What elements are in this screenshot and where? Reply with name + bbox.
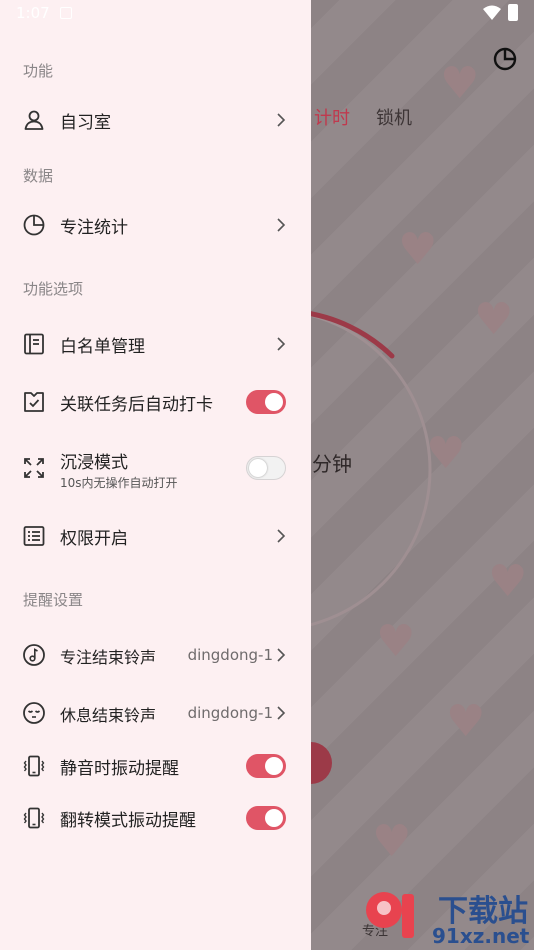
heart-decoration-icon: ♥ [398, 224, 438, 275]
calendar-check-icon [24, 392, 44, 412]
person-icon [24, 110, 44, 130]
chevron-right-icon [277, 529, 286, 543]
vibrate-icon [23, 755, 45, 777]
battery-icon [508, 4, 518, 21]
toggle-knob [249, 458, 267, 477]
menu-item-label: 权限开启 [60, 529, 128, 549]
setting-label: 静音时振动提醒 [60, 759, 179, 779]
pie-chart-icon [23, 214, 45, 236]
music-note-icon [23, 644, 45, 666]
menu-item-focus-stats[interactable]: 专注统计 [0, 199, 311, 251]
watermark-91-icon [366, 892, 414, 938]
section-header-data: 数据 [23, 167, 54, 185]
flip-vibrate-toggle[interactable] [246, 806, 286, 830]
ringtone-value: dingdong-1 [187, 704, 273, 722]
setting-sublabel: 10s内无操作自动打开 [60, 476, 178, 490]
menu-item-rest-end-sound[interactable]: 休息结束铃声 dingdong-1 [0, 687, 311, 739]
menu-item-permissions[interactable]: 权限开启 [0, 510, 311, 562]
setting-label: 沉浸模式 [60, 453, 128, 473]
menu-item-label: 自习室 [60, 113, 111, 133]
ringtone-value: dingdong-1 [187, 646, 273, 664]
setting-label: 关联任务后自动打卡 [60, 395, 213, 415]
toggle-knob [265, 393, 283, 411]
toggle-knob [265, 757, 283, 775]
watermark-url: 91xz.net [432, 924, 530, 948]
menu-item-label: 专注结束铃声 [60, 648, 157, 667]
stats-pie-icon[interactable] [492, 46, 518, 72]
chevron-right-icon [277, 648, 286, 662]
menu-item-label: 专注统计 [60, 218, 128, 238]
toggle-knob [265, 809, 283, 827]
minutes-label: 分钟 [312, 452, 352, 476]
silent-vibrate-toggle[interactable] [246, 754, 286, 778]
vibrate-icon [23, 807, 45, 829]
checklist-icon [23, 526, 45, 546]
wifi-icon [483, 5, 501, 20]
setting-silent-vibrate: 静音时振动提醒 [0, 740, 311, 792]
section-header-features: 功能 [23, 62, 54, 80]
heart-decoration-icon: ♥ [474, 294, 514, 345]
heart-decoration-icon: ♥ [488, 556, 528, 607]
setting-immersive-mode: 沉浸模式 10s内无操作自动打开 [0, 442, 311, 494]
heart-decoration-icon: ♥ [446, 696, 486, 747]
watermark-logo: 下载站 91xz.net [360, 880, 532, 948]
sleepy-face-icon [23, 702, 45, 724]
section-header-feature-options: 功能选项 [23, 280, 84, 298]
notebook-icon [24, 333, 44, 355]
auto-checkin-toggle[interactable] [246, 390, 286, 414]
heart-decoration-icon: ♥ [440, 58, 480, 109]
setting-flip-vibrate: 翻转模式振动提醒 [0, 792, 311, 844]
menu-item-label: 休息结束铃声 [60, 706, 157, 725]
navigation-drawer: 功能 自习室 数据 专注统计 功能选项 白名单管理 关联任务后自动打卡 沉浸模式… [0, 0, 311, 950]
setting-auto-checkin: 关联任务后自动打卡 [0, 376, 311, 428]
heart-decoration-icon: ♥ [372, 816, 412, 867]
chevron-right-icon [277, 706, 286, 720]
chevron-right-icon [277, 113, 286, 127]
immersive-mode-toggle[interactable] [246, 456, 286, 480]
tab-timer[interactable]: 计时 [314, 104, 350, 130]
section-header-reminders: 提醒设置 [23, 591, 84, 609]
status-time: 1:07 [16, 4, 50, 22]
menu-item-label: 白名单管理 [60, 337, 145, 357]
chevron-right-icon [277, 337, 286, 351]
expand-icon [24, 458, 44, 478]
menu-item-whitelist[interactable]: 白名单管理 [0, 318, 311, 370]
tab-lock[interactable]: 锁机 [376, 104, 412, 130]
chevron-right-icon [277, 218, 286, 232]
setting-label: 翻转模式振动提醒 [60, 811, 196, 831]
menu-item-study-room[interactable]: 自习室 [0, 94, 311, 146]
status-bar: 1:07 [0, 0, 534, 28]
notification-icon [60, 7, 72, 19]
menu-item-focus-end-sound[interactable]: 专注结束铃声 dingdong-1 [0, 629, 311, 681]
